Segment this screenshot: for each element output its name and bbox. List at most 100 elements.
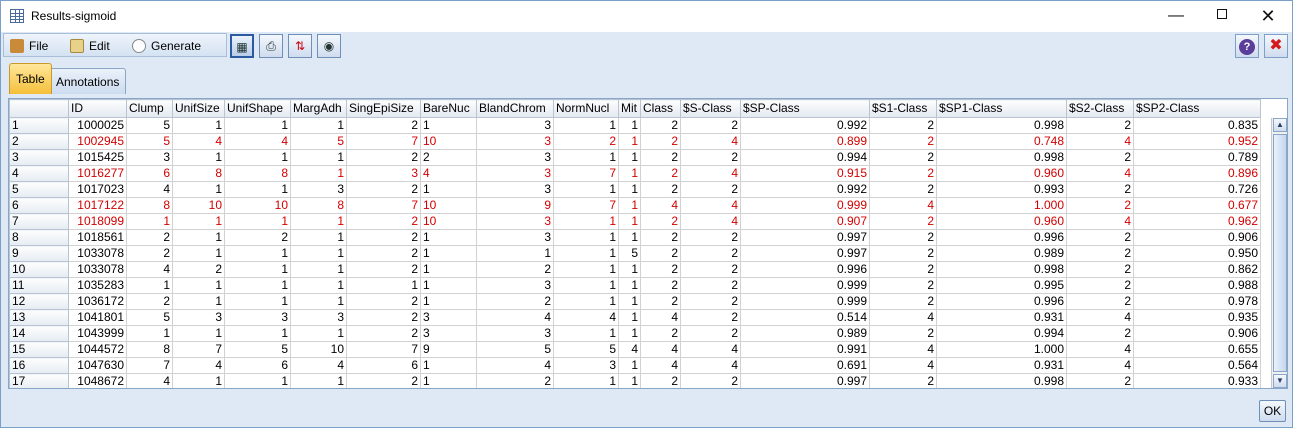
table-cell: 0.988: [1133, 277, 1261, 294]
table-row[interactable]: 14 1043999 1 1 1 1 2 3 3 1 1 2 2 0.989 2 0.994 2 0.906: [9, 325, 1261, 342]
table-cell: 2: [476, 293, 554, 310]
table-cell: 2: [869, 261, 937, 278]
table-cell: 2: [1066, 277, 1134, 294]
table-row[interactable]: 8 1018561 2 1 2 1 2 1 3 1 1 2 2 0.997 2 0.996 2 0.906: [9, 229, 1261, 246]
scroll-down-icon[interactable]: ▼: [1273, 374, 1287, 388]
tab-table[interactable]: Table: [9, 63, 52, 94]
table-row[interactable]: 16 1047630 7 4 6 4 6 1 4 3 1 4 4 0.691 4 0.931 4 0.564: [9, 357, 1261, 374]
column-header-sp2-class[interactable]: $SP2-Class: [1133, 99, 1261, 118]
table-row[interactable]: 17 1048672 4 1 1 1 2 1 2 1 1 2 2 0.997 2 0.998 2 0.933: [9, 373, 1261, 388]
column-header-sp1-class[interactable]: $SP1-Class: [936, 99, 1067, 118]
table-cell: 1: [290, 213, 347, 230]
minimize-button[interactable]: —: [1153, 1, 1199, 32]
tab-annotations[interactable]: Annotations: [49, 68, 127, 94]
table-row[interactable]: 13 1041801 5 3 3 3 2 3 4 4 1 4 2 0.514 4 0.931 4 0.935: [9, 309, 1261, 326]
find-button[interactable]: ◉: [317, 34, 341, 58]
column-header-mit[interactable]: Mit: [618, 99, 641, 118]
table-cell: 2: [640, 245, 681, 262]
table-row[interactable]: 11 1035283 1 1 1 1 1 1 3 1 1 2 2 0.999 2 0.995 2 0.988: [9, 277, 1261, 294]
table-cell: 7: [346, 341, 421, 358]
table-row[interactable]: 1 1000025 5 1 1 1 2 1 3 1 1 2 2 0.992 2 0.998 2 0.835: [9, 117, 1261, 134]
table-cell: 2: [346, 325, 421, 342]
table-cell: 1: [553, 149, 619, 166]
table-row[interactable]: 2 1002945 5 4 4 5 7 10 3 2 1 2 4 0.899 2 0.748 4 0.952: [9, 133, 1261, 150]
column-header-barenuc[interactable]: BareNuc: [420, 99, 477, 118]
table-cell: 1: [172, 245, 225, 262]
column-header-clump[interactable]: Clump: [126, 99, 173, 118]
table-row[interactable]: 6 1017122 8 10 10 8 7 10 9 7 1 4 4 0.999 4 1.000 2 0.677: [9, 197, 1261, 214]
table-cell: 1017122: [68, 197, 127, 214]
table-cell: 1: [224, 181, 291, 198]
table-insert-button[interactable]: ▦: [230, 34, 254, 58]
column-header-singepisize[interactable]: SingEpiSize: [346, 99, 421, 118]
table-cell: 0.931: [936, 309, 1067, 326]
table-cell: 3: [476, 181, 554, 198]
menu-generate[interactable]: Generate: [132, 38, 201, 54]
help-button[interactable]: ?: [1235, 34, 1259, 58]
ok-button[interactable]: OK: [1259, 400, 1286, 422]
table-row[interactable]: 3 1015425 3 1 1 1 2 2 3 1 1 2 2 0.994 2 0.998 2 0.789: [9, 149, 1261, 166]
column-header-id[interactable]: ID: [68, 99, 127, 118]
table-cell: 1: [420, 229, 477, 246]
table-cell: 1: [420, 293, 477, 310]
table-row[interactable]: 4 1016277 6 8 8 1 3 4 3 7 1 2 4 0.915 2 0.960 4 0.896: [9, 165, 1261, 182]
table-cell: 2: [680, 181, 741, 198]
table-cell: 8: [126, 341, 173, 358]
column-header-s-class[interactable]: $S-Class: [680, 99, 741, 118]
column-header-rownum[interactable]: [9, 99, 69, 118]
table-cell: 1: [420, 181, 477, 198]
column-header-margadh[interactable]: MargAdh: [290, 99, 347, 118]
table-cell: 1043999: [68, 325, 127, 342]
table-cell: 0.726: [1133, 181, 1261, 198]
column-header-sp-class[interactable]: $SP-Class: [740, 99, 870, 118]
table-cell: 1: [126, 213, 173, 230]
column-header-unifsize[interactable]: UnifSize: [172, 99, 225, 118]
print-button[interactable]: ⎙: [259, 34, 283, 58]
column-header-s1-class[interactable]: $S1-Class: [869, 99, 937, 118]
table-cell: 1015425: [68, 149, 127, 166]
table-cell: 2: [346, 373, 421, 388]
scroll-thumb[interactable]: [1273, 134, 1287, 372]
table-cell: 2: [1066, 149, 1134, 166]
table-cell: 2: [680, 149, 741, 166]
table-row[interactable]: 15 1044572 8 7 5 10 7 9 5 5 4 4 4 0.991 4 1.000 4 0.655: [9, 341, 1261, 358]
table-cell: 1: [290, 373, 347, 388]
row-number-cell: 7: [9, 213, 69, 230]
table-row[interactable]: 5 1017023 4 1 1 3 2 1 3 1 1 2 2 0.992 2 0.993 2 0.726: [9, 181, 1261, 198]
table-cell: 0.996: [936, 293, 1067, 310]
table-cell: 1: [618, 261, 641, 278]
close-button[interactable]: ✖: [1264, 34, 1288, 58]
table-cell: 1: [618, 165, 641, 182]
table-cell: 0.997: [740, 229, 870, 246]
table-row[interactable]: 12 1036172 2 1 1 1 2 1 2 1 1 2 2 0.999 2 0.996 2 0.978: [9, 293, 1261, 310]
table-cell: 1: [420, 117, 477, 134]
menu-file[interactable]: File: [10, 38, 48, 54]
sort-button[interactable]: ⇅: [288, 34, 312, 58]
table-cell: 0.862: [1133, 261, 1261, 278]
table-cell: 1: [553, 245, 619, 262]
scroll-up-icon[interactable]: ▲: [1273, 118, 1287, 132]
table-cell: 1: [618, 181, 641, 198]
maximize-button[interactable]: [1199, 1, 1245, 32]
row-number-cell: 10: [9, 261, 69, 278]
table-cell: 6: [126, 165, 173, 182]
menu-edit[interactable]: Edit: [70, 38, 110, 54]
window-title: Results-sigmoid: [31, 9, 117, 23]
column-header-s2-class[interactable]: $S2-Class: [1066, 99, 1134, 118]
table-row[interactable]: 7 1018099 1 1 1 1 2 10 3 1 1 2 4 0.907 2 0.960 4 0.962: [9, 213, 1261, 230]
column-header-class[interactable]: Class: [640, 99, 681, 118]
table-row[interactable]: 10 1033078 4 2 1 1 2 1 2 1 1 2 2 0.996 2 0.998 2 0.862: [9, 261, 1261, 278]
column-header-normnucl[interactable]: NormNucl: [553, 99, 619, 118]
window-close-button[interactable]: ✕: [1245, 1, 1291, 32]
column-header-unifshape[interactable]: UnifShape: [224, 99, 291, 118]
table-row[interactable]: 9 1033078 2 1 1 1 2 1 1 1 5 2 2 0.997 2 0.989 2 0.950: [9, 245, 1261, 262]
table-cell: 0.896: [1133, 165, 1261, 182]
table-cell: 0.677: [1133, 197, 1261, 214]
vertical-scrollbar[interactable]: ▲ ▼: [1271, 118, 1287, 388]
row-number-cell: 8: [9, 229, 69, 246]
table-cell: 9: [420, 341, 477, 358]
table-cell: 3: [290, 309, 347, 326]
table-cell: 1: [224, 149, 291, 166]
column-header-blandchrom[interactable]: BlandChrom: [476, 99, 554, 118]
table-cell: 1: [126, 325, 173, 342]
